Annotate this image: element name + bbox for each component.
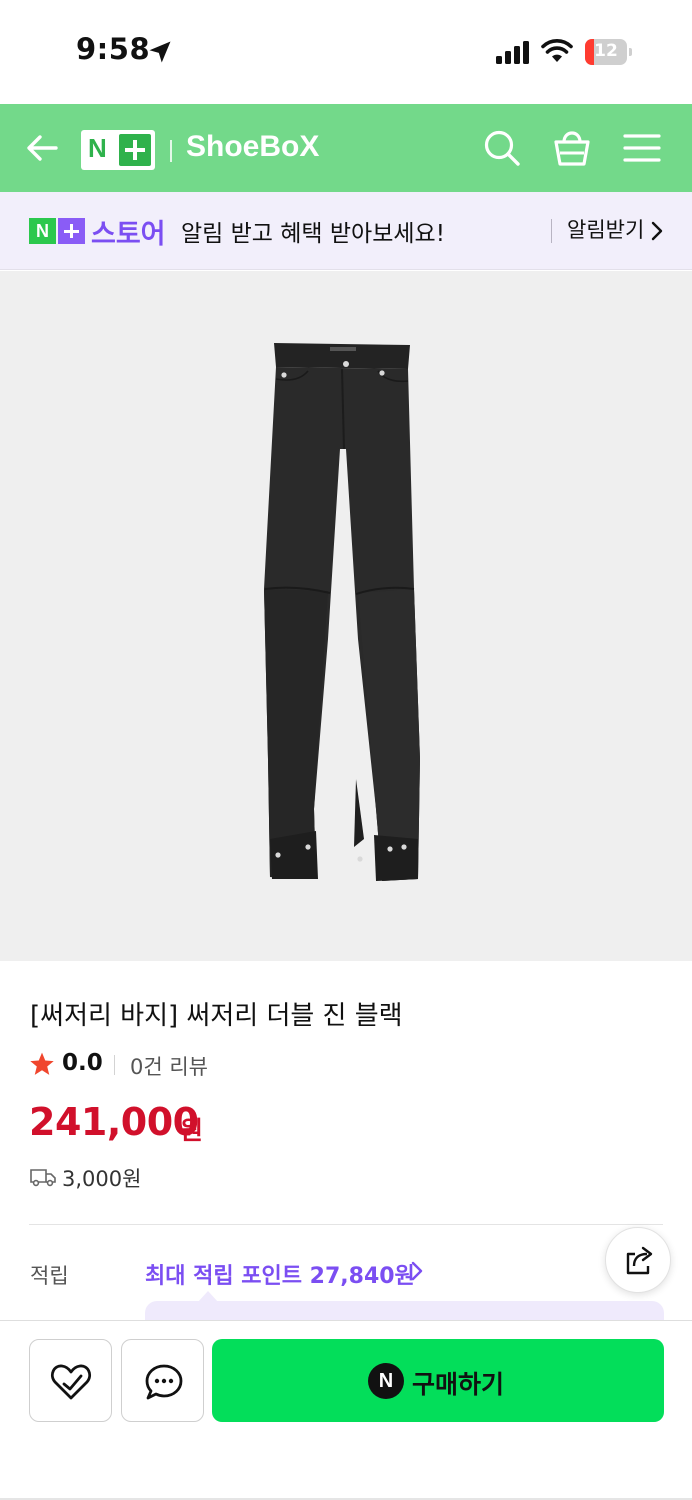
- review-count-link[interactable]: 0건 리뷰: [130, 1051, 208, 1081]
- naver-plus-logo[interactable]: N+ N: [81, 130, 155, 170]
- naver-pay-badge-icon: N: [368, 1363, 404, 1399]
- status-bar: 9:58 12: [0, 0, 692, 104]
- chevron-right-icon[interactable]: [411, 1261, 423, 1281]
- share-button[interactable]: [605, 1227, 671, 1293]
- black-jeans-image: [264, 343, 420, 881]
- subscribe-alerts-button[interactable]: 알림받기: [567, 214, 644, 244]
- chevron-right-icon[interactable]: [650, 220, 664, 242]
- status-time: 9:58: [76, 32, 151, 66]
- talk-talk-chat-button[interactable]: [121, 1339, 204, 1422]
- wishlist-button[interactable]: [29, 1339, 112, 1422]
- hamburger-menu-icon[interactable]: [623, 132, 661, 164]
- bottom-action-bar: N 구매하기: [0, 1320, 692, 1500]
- shipping-fee: 3,000원: [62, 1167, 142, 1191]
- buy-button-label: 구매하기: [412, 1370, 505, 1399]
- store-name[interactable]: ShoeBoX: [186, 130, 319, 164]
- back-arrow-icon[interactable]: [24, 130, 60, 166]
- rating-value: 0.0: [62, 1050, 103, 1076]
- section-divider: [29, 1224, 663, 1225]
- wifi-icon: [541, 39, 573, 62]
- product-price: 241,000: [29, 1100, 199, 1144]
- battery-level: 12: [594, 41, 618, 61]
- location-arrow-icon: [149, 41, 171, 63]
- header-divider: [170, 140, 172, 162]
- max-points-link[interactable]: 최대 적립 포인트 27,840원: [145, 1258, 415, 1290]
- battery-indicator: 12: [585, 39, 632, 65]
- star-icon: [30, 1052, 54, 1075]
- notice-message: 알림 받고 혜택 받아보세요!: [181, 221, 445, 247]
- buy-now-button[interactable]: N 구매하기: [212, 1339, 664, 1422]
- notice-logo-n: N: [29, 218, 56, 244]
- logo-n-glyph: N: [88, 133, 107, 163]
- share-icon: [626, 1246, 653, 1275]
- notice-logo-plus-icon: [58, 218, 85, 244]
- logo-plus-icon: [119, 134, 151, 166]
- buy-button-content: N 구매하기: [368, 1361, 528, 1401]
- search-icon[interactable]: [482, 128, 522, 168]
- chat-bubble-icon: [145, 1364, 183, 1400]
- points-label: 적립: [30, 1264, 69, 1288]
- rating-divider: [114, 1055, 115, 1075]
- product-title: [써저리 바지] 써저리 더블 진 블랙: [30, 1001, 403, 1031]
- shopping-basket-icon[interactable]: [552, 126, 592, 168]
- store-notification-banner: N 스토어 알림 받고 혜택 받아보세요! 알림받기: [0, 192, 692, 270]
- heart-check-icon: [51, 1364, 91, 1400]
- cellular-signal-icon: [496, 41, 529, 64]
- price-currency: 원: [180, 1116, 204, 1145]
- delivery-truck-icon: [30, 1169, 56, 1187]
- notice-divider: [551, 219, 552, 243]
- naver-plus-store-logo: N: [29, 218, 85, 244]
- app-header: N+ N ShoeBoX: [0, 104, 692, 192]
- product-image[interactable]: [0, 271, 692, 961]
- notice-store-label: 스토어: [91, 219, 166, 250]
